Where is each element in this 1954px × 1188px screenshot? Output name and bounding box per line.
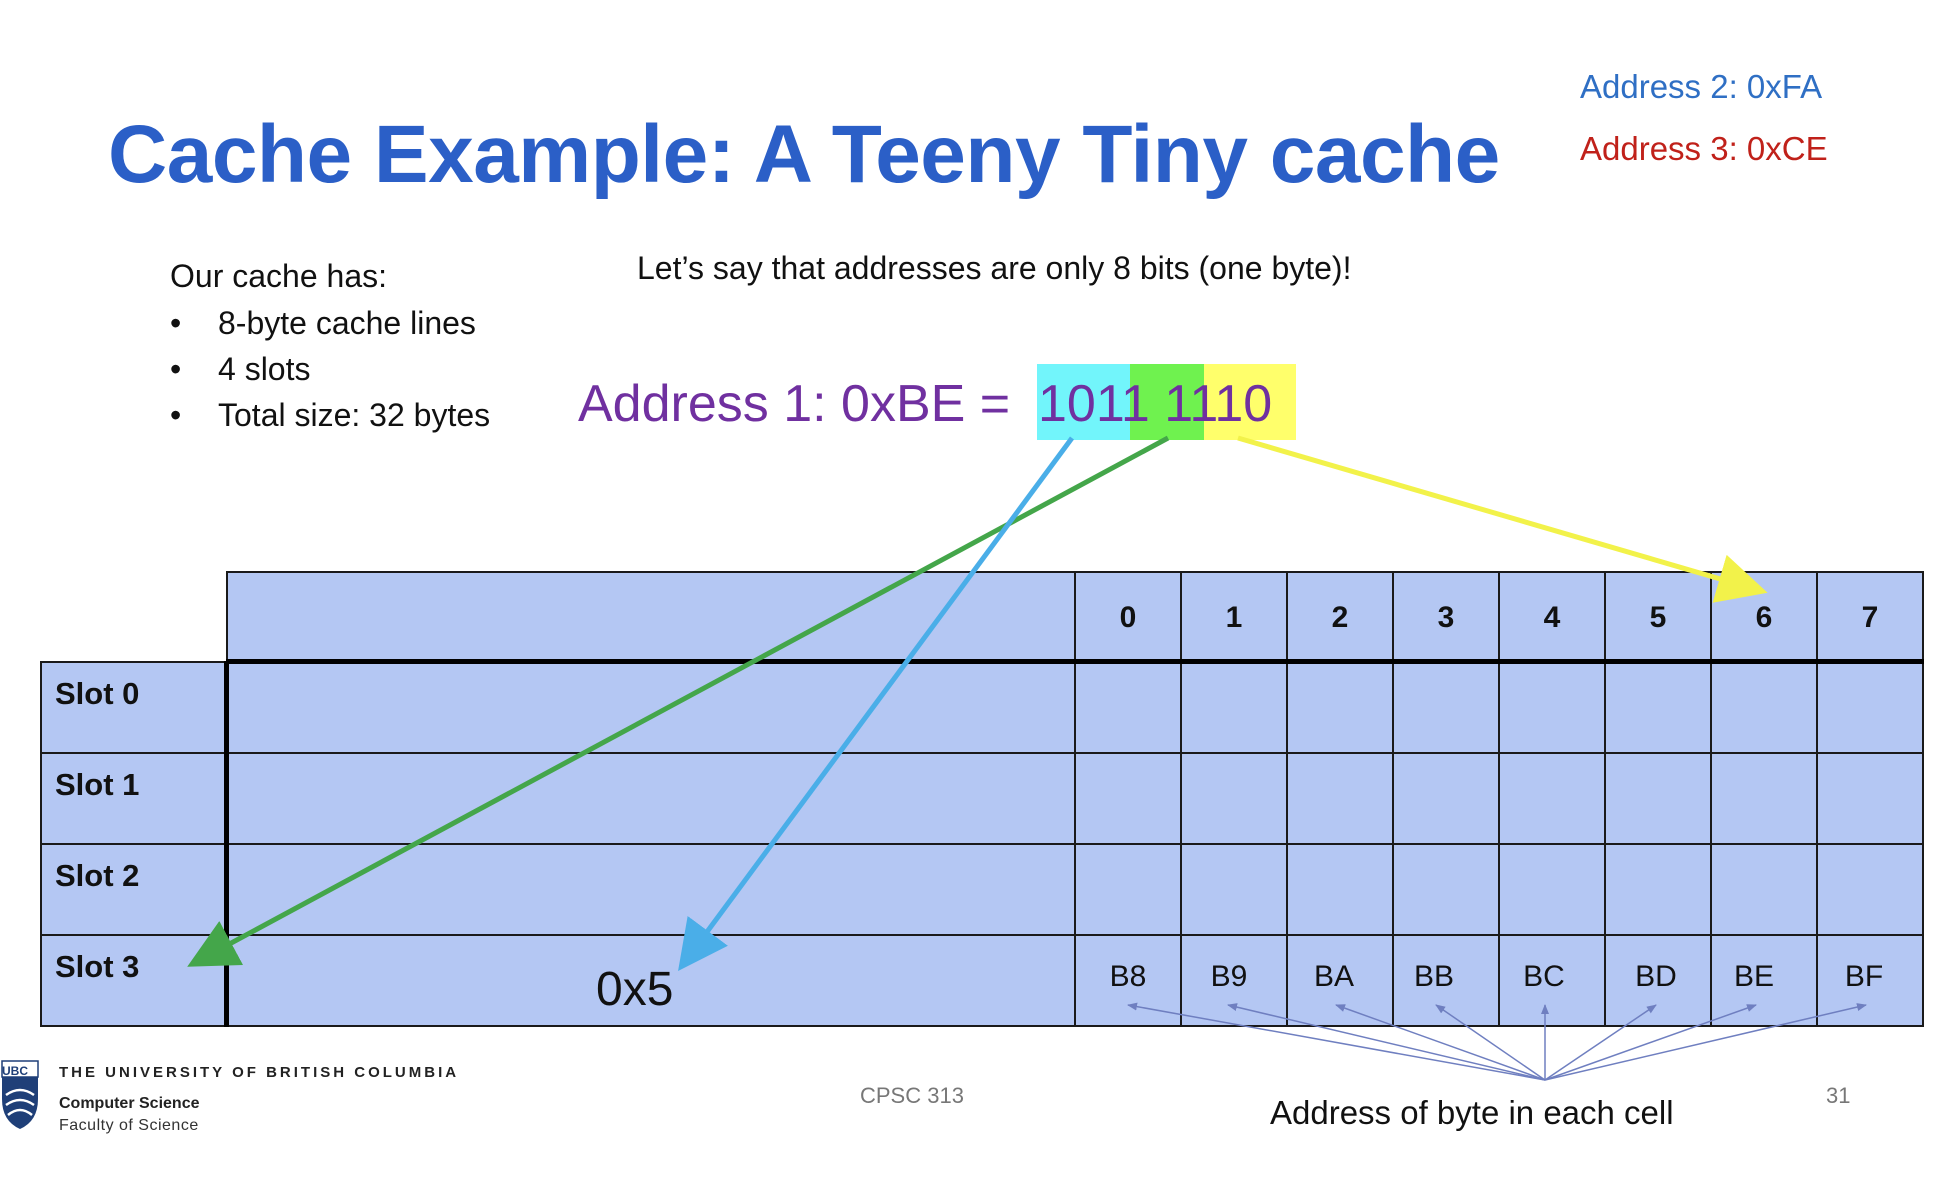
tag-arrow xyxy=(678,436,1075,972)
arrows-overlay xyxy=(187,435,1867,1081)
offset-arrow xyxy=(1237,435,1768,603)
byte-address-pointers xyxy=(1127,1002,1867,1081)
course-code: CPSC 313 xyxy=(860,1083,964,1108)
faculty-name: Faculty of Science xyxy=(59,1117,199,1134)
page-number: 31 xyxy=(1826,1083,1851,1108)
byte-address-caption: Address of byte in each cell xyxy=(1270,1094,1674,1131)
index-arrow xyxy=(187,435,1170,967)
ubc-logo-text: UBC xyxy=(2,1064,28,1078)
university-name: THE UNIVERSITY OF BRITISH COLUMBIA xyxy=(59,1064,460,1081)
department-name: Computer Science xyxy=(59,1095,200,1112)
